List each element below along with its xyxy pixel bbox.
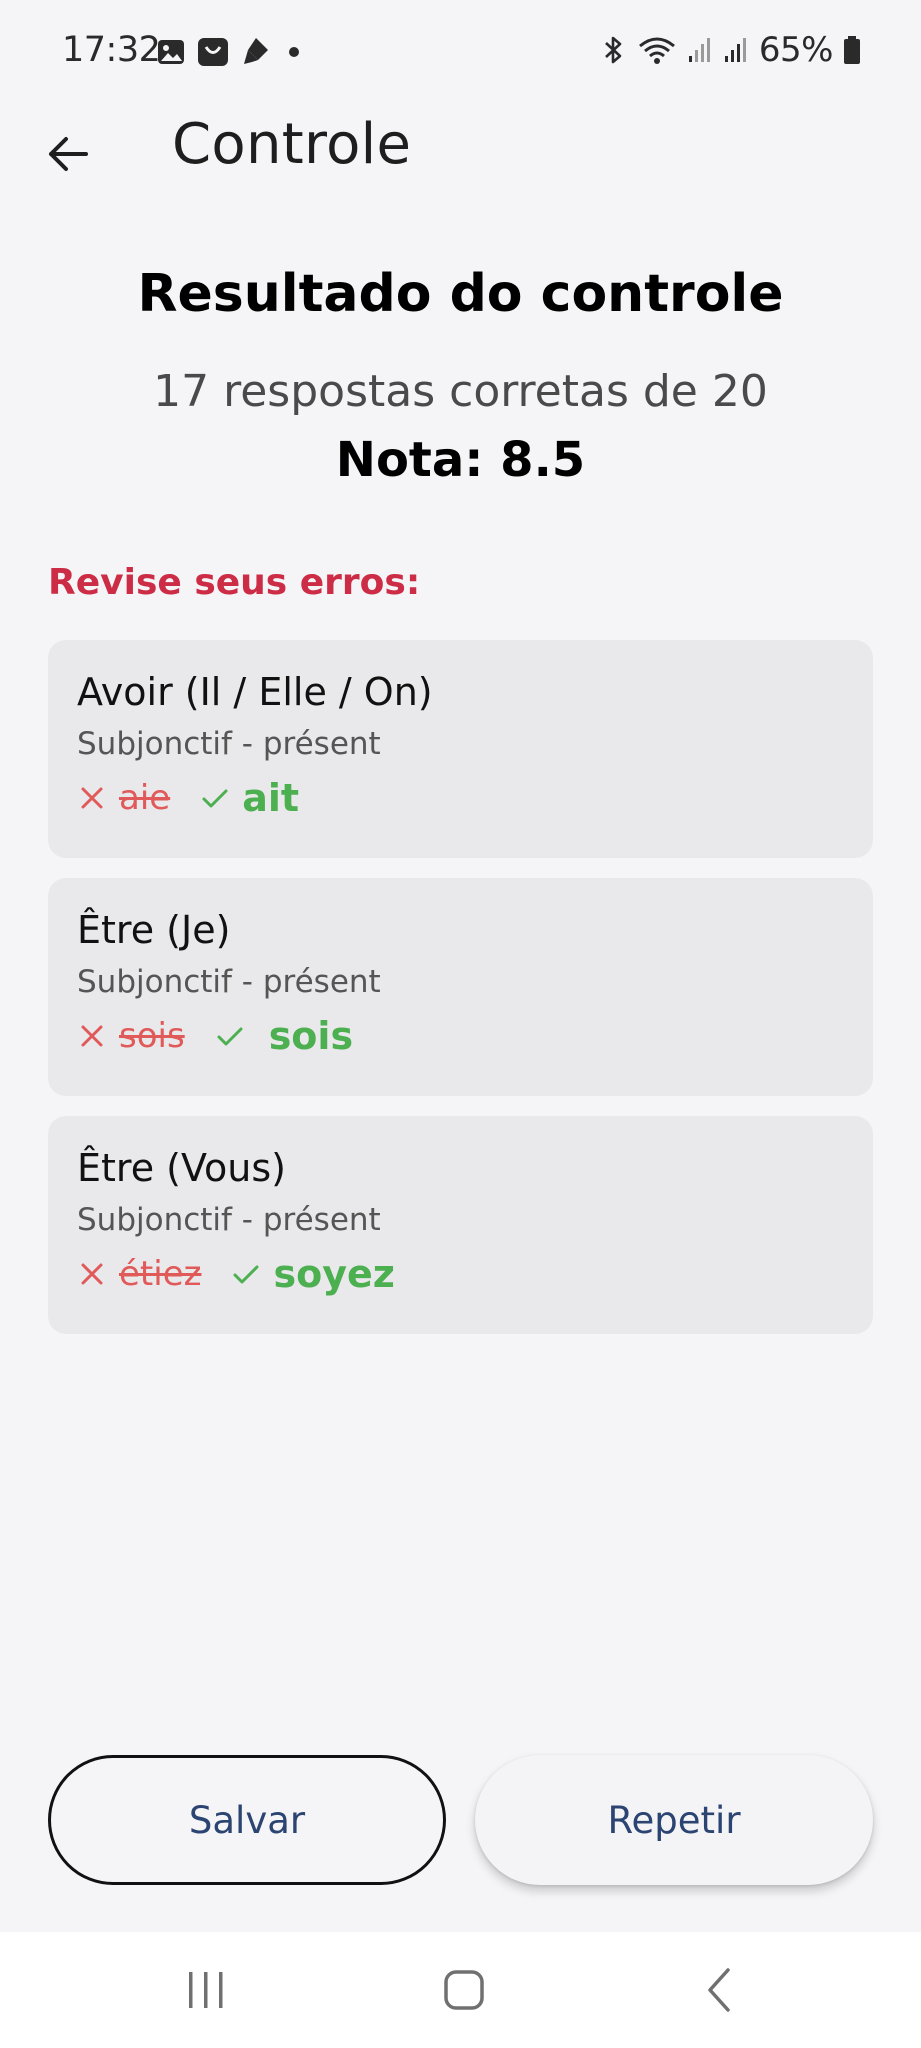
result-summary: 17 respostas corretas de 20 [153,366,768,417]
signal-icon [724,38,746,62]
app-bar: Controle [0,104,921,224]
result-title: Resultado do controle [137,264,784,324]
recents-icon[interactable] [180,1966,232,2014]
wrong-answer: sois [119,1016,185,1056]
back-button[interactable] [40,126,96,182]
grade: Nota: 8.5 [335,432,586,488]
wrong-answer: aie [119,778,171,818]
nav-back-icon[interactable] [694,1964,746,2016]
correct-answer: sois [268,1014,354,1058]
status-system-icons: 65% [601,30,861,70]
tense-label: Subjonctif - présent [77,1202,381,1238]
close-icon [81,787,103,809]
answer-row: étiez soyez [77,1252,395,1296]
arrow-left-icon [49,137,88,171]
status-time: 17:32 [62,30,161,70]
review-heading: Revise seus erros: [48,562,421,603]
signal-icon [688,38,710,62]
pen-icon [244,38,268,64]
battery-percentage: 65% [758,30,834,70]
wifi-icon [638,37,675,64]
status-bar: 17:32 65% [0,0,921,104]
answer-row: sois sois [77,1014,353,1058]
wrong-answer: étiez [119,1254,202,1294]
verb-label: Être (Je) [77,908,231,952]
home-icon[interactable] [438,1964,490,2016]
dot-icon [289,47,299,57]
tense-label: Subjonctif - présent [77,726,381,762]
error-card: Être (Je) Subjonctif - présent sois sois [48,878,873,1096]
page-title: Controle [172,112,412,177]
save-button[interactable]: Salvar [48,1755,446,1885]
correct-answer: soyez [273,1252,395,1296]
answer-row: aie ait [77,776,299,820]
check-icon [233,1265,259,1284]
error-list: Avoir (Il / Elle / On) Subjonctif - prés… [48,640,873,1354]
navigation-bar [0,1932,921,2048]
verb-label: Avoir (Il / Elle / On) [77,670,433,714]
close-icon [81,1263,103,1285]
tense-label: Subjonctif - présent [77,964,381,1000]
battery-icon [844,36,860,64]
bluetooth-icon [605,36,622,64]
error-card: Avoir (Il / Elle / On) Subjonctif - prés… [48,640,873,858]
shop-icon [198,38,228,66]
check-icon [202,789,228,808]
close-icon [81,1025,103,1047]
repeat-button[interactable]: Repetir [475,1755,873,1885]
image-icon [158,40,184,64]
verb-label: Être (Vous) [77,1146,286,1190]
check-icon [217,1027,243,1046]
correct-answer: ait [242,776,300,820]
status-notification-icons [156,36,302,68]
error-card: Être (Vous) Subjonctif - présent étiez s… [48,1116,873,1334]
